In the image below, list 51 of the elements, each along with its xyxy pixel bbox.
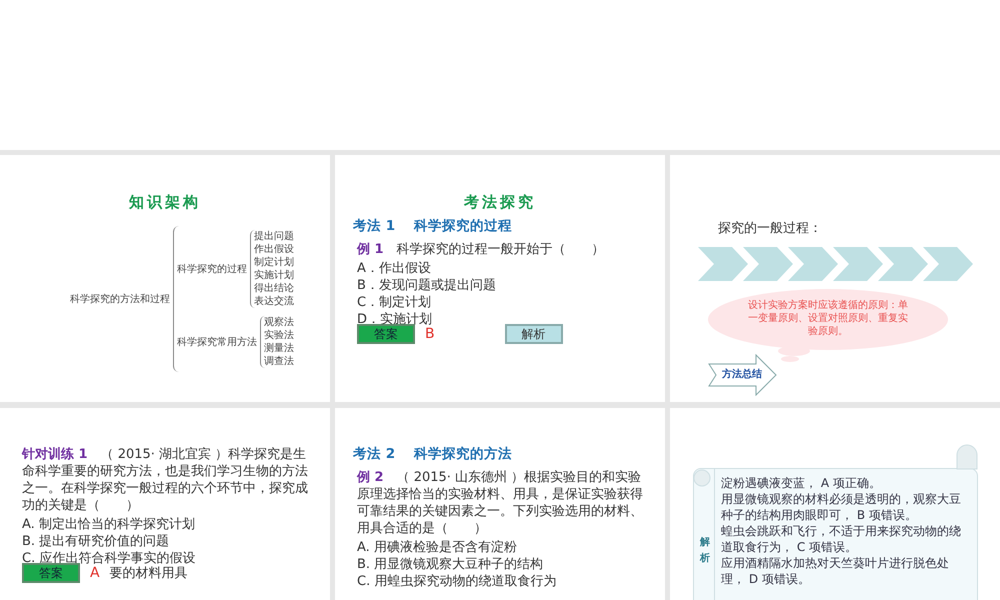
cloud-callout: 设计实验方案时应该遵循的原则：单一变量原则、设置对照原则、重复实验原则。 bbox=[708, 289, 948, 350]
mindmap-leaf: 测量法 bbox=[264, 342, 294, 355]
analysis-text: 淀粉遇碘液变蓝， A 项正确。 bbox=[721, 475, 882, 491]
analysis-button[interactable]: 解析 bbox=[504, 324, 563, 344]
slide-thumbnail[interactable]: 解析 淀粉遇碘液变蓝， A 项正确。 用显微镜观察的材料必须是透明的，观察大豆种子的结构用肉眼即可， B 项错误。 蝗虫会跳跃和飞行，不适于用来探究动物的绕道取食行为， C 项错误。 应用酒精隔水加热对天竺葵叶片进行脱色处理， D 项错误。 bbox=[670, 408, 1000, 600]
slide-thumbnail[interactable]: 探究的一般过程： 设计实验方案时应该遵循的原则：单一变量原则、设置对照原则、重复实验原则。 方法总结 bbox=[670, 155, 1000, 402]
mindmap-leaf: 表达交流 bbox=[254, 295, 294, 308]
answer-option: A．作出假设 bbox=[357, 260, 645, 277]
mindmap-leaf: 提出问题 bbox=[254, 230, 294, 243]
answer-option: A. 用碘液检验是否含有淀粉 bbox=[357, 539, 645, 556]
answer-button[interactable]: 答案 bbox=[22, 563, 80, 583]
answer-option: C. 用蝗虫探究动物的绕道取食行为 bbox=[357, 573, 645, 590]
mindmap-root: 科学探究的方法和过程 bbox=[70, 292, 170, 306]
analysis-text: 蝗虫会跳跃和飞行，不适于用来探究动物的绕道取食行为， C 项错误。 bbox=[721, 523, 962, 555]
mindmap-leaf: 实施计划 bbox=[254, 269, 294, 282]
question-text: 针对训练 1 （ 2015· 湖北宜宾 ）科学探究是生命科学重要的研究方法，也是我们学习生物的方法之一。在科学探究一般过程的六个环节中，探究成功的关键是（ ） bbox=[22, 446, 309, 514]
mindmap-leaf: 作出假设 bbox=[254, 243, 294, 256]
scroll-curl-icon bbox=[956, 444, 978, 470]
analysis-label: 解析 bbox=[700, 536, 710, 566]
slide-thumbnail[interactable]: 针对训练 1 （ 2015· 湖北宜宾 ）科学探究是生命科学重要的研究方法，也是我们学习生物的方法之一。在科学探究一般过程的六个环节中，探究成功的关键是（ ） A. 制定出恰当的科学探究计划 B. 提出有研究价值的问题 C. 应作出符合科学事实的假设 答案 A 要的材料用具 bbox=[0, 408, 330, 600]
mindmap-branch: 科学探究的过程 bbox=[177, 262, 247, 276]
answer-option: B．发现问题或提出问题 bbox=[357, 277, 645, 294]
scroll-curl-icon bbox=[693, 469, 711, 487]
answer-option: C．制定计划 bbox=[357, 294, 645, 311]
arrow-tag bbox=[708, 354, 778, 396]
question-text: 例 1 科学探究的过程一般开始于（ ） bbox=[357, 241, 606, 258]
mindmap-leaf: 观察法 bbox=[264, 316, 294, 329]
mindmap-branch: 科学探究常用方法 bbox=[177, 336, 257, 349]
answer-button[interactable]: 答案 bbox=[357, 324, 415, 344]
tag-label: 方法总结 bbox=[722, 367, 762, 381]
answer-option: B. 提出有研究价值的问题 bbox=[22, 533, 310, 550]
mindmap-leaf: 调查法 bbox=[264, 355, 294, 368]
answer-letter: B bbox=[425, 326, 435, 342]
mindmap-leaf: 实验法 bbox=[264, 329, 294, 342]
answer-option: B. 用显微镜观察大豆种子的结构 bbox=[357, 556, 645, 573]
mindmap-leaf: 制定计划 bbox=[254, 256, 294, 269]
slide-text: 探究的一般过程： bbox=[718, 220, 822, 237]
section-heading: 考法 2 科学探究的方法 bbox=[353, 446, 513, 463]
answer-option: 要的材料用具 bbox=[110, 564, 188, 582]
answer-letter: A bbox=[90, 564, 100, 582]
slide-title: 考法探究 bbox=[462, 193, 537, 212]
mindmap-leaf: 得出结论 bbox=[254, 282, 294, 295]
slide-thumbnail[interactable]: 考法 2 科学探究的方法 例 2 （ 2015· 山东德州 ）根据实验目的和实验原理选择恰当的实验材料、用具，是保证实验获得可靠结果的关键因素之一。下列实验选用的材料、用具合适的是（ ） A. 用碘液检验是否含有淀粉 B. 用显微镜观察大豆种子的结构 C. 用蝗虫探究动物的绕道取食行为 bbox=[335, 408, 665, 600]
slide-thumbnail[interactable]: 考法探究 考法 1 科学探究的过程 例 1 科学探究的过程一般开始于（ ） A．作出假设 B．发现问题或提出问题 C．制定计划 D．实施计划 答案 B 解析 bbox=[335, 155, 665, 402]
analysis-text: 用显微镜观察的材料必须是透明的，观察大豆种子的结构用肉眼即可， B 项错误。 bbox=[721, 491, 962, 523]
answer-option: A. 制定出恰当的科学探究计划 bbox=[22, 516, 310, 533]
slide-title: 知识架构 bbox=[128, 193, 202, 212]
analysis-text: 应用酒精隔水加热对天竺葵叶片进行脱色处理， D 项错误。 bbox=[721, 555, 950, 587]
question-text: 例 2 （ 2015· 山东德州 ）根据实验目的和实验原理选择恰当的实验材料、用具，是保证实验获得可靠结果的关键因素之一。下列实验选用的材料、用具合适的是（ ） bbox=[357, 469, 644, 537]
thought-bubble-icon bbox=[778, 346, 810, 362]
section-heading: 考法 1 科学探究的过程 bbox=[353, 218, 513, 235]
